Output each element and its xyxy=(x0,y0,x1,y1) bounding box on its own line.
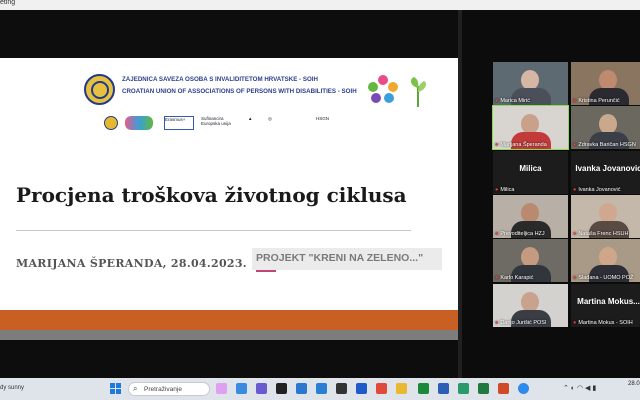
participant-tile[interactable]: ● Slađana - UOMO POŽ xyxy=(571,239,640,282)
partner-logo-colorful xyxy=(125,116,153,130)
taskbar-app-icon[interactable] xyxy=(316,383,327,394)
participant-name: Nataša Frenc HSUH xyxy=(578,231,629,237)
participant-tile[interactable]: ● Zdravka Baričan HSGN xyxy=(571,106,640,149)
screen: eting ZAJEDNICA SAVEZA OSOBA S INVALIDIT… xyxy=(0,0,640,400)
taskbar-app-icon[interactable] xyxy=(418,383,429,394)
participant-gallery: ● Marica Mirić ● Kristina Perunčić ● Marija… xyxy=(462,10,640,378)
taskbar-app-icon[interactable] xyxy=(296,383,307,394)
taskbar-app-icon[interactable] xyxy=(336,383,347,394)
participant-name: Marijana Šperanda xyxy=(500,142,547,148)
participant-tile[interactable]: ● Marica Mirić xyxy=(493,62,568,105)
taskbar-app-icon[interactable] xyxy=(276,383,287,394)
org-name-en: CROATIAN UNION OF ASSOCIATIONS OF PERSON… xyxy=(122,88,357,95)
weather-widget[interactable]: dy sunny xyxy=(0,385,24,391)
partner-logo-eu: Sufinancira Europska unija xyxy=(201,116,241,130)
window-titlebar[interactable]: eting xyxy=(0,0,640,10)
mic-muted-icon: ● xyxy=(573,231,577,237)
search-placeholder: Pretraživanje xyxy=(144,386,182,393)
taskbar-clock[interactable]: 28.0 xyxy=(628,381,640,387)
windows-start-icon[interactable] xyxy=(110,383,121,394)
taskbar-app-icon[interactable] xyxy=(376,383,387,394)
system-tray[interactable]: ⌃ ◐ ◠ ◀ ▮ xyxy=(563,384,596,392)
taskbar-app-icon[interactable] xyxy=(236,383,247,394)
participant-name-large: Ivanka Jovanovic xyxy=(575,164,640,173)
participant-tile[interactable]: ● Darijo Jurišić POSI xyxy=(493,284,568,327)
taskbar-app-icon[interactable] xyxy=(356,383,367,394)
flower-logo xyxy=(368,75,398,103)
participant-tile-active-speaker[interactable]: ● Marijana Šperanda xyxy=(492,105,569,150)
mic-muted-icon: ● xyxy=(495,142,499,148)
partner-logo-erasmus: Erasmus+ xyxy=(164,116,194,130)
slide-footer-band-orange xyxy=(0,310,458,330)
participant-name: Karlo Karapić xyxy=(500,275,534,281)
participant-name: Ivanka Jovanović xyxy=(578,187,621,193)
slide-project-label: PROJEKT "KRENI NA ZELENO..." xyxy=(252,248,442,270)
windows-taskbar: dy sunny ⌕ Pretraživanje ⌃ ◐ ◠ ◀ ▮ 28.0 xyxy=(0,378,640,400)
participant-name: Prevoditeljica HZJ xyxy=(500,231,545,237)
mic-muted-icon: ● xyxy=(495,275,499,281)
participant-name: Milica xyxy=(500,187,515,193)
participant-name: Martina Mokus - SOIH xyxy=(578,320,633,326)
participant-tile[interactable]: Ivanka Jovanovic ● Ivanka Jovanović xyxy=(571,151,640,194)
participant-name: Marica Mirić xyxy=(500,98,530,104)
mic-muted-icon: ● xyxy=(573,320,577,326)
mic-muted-icon: ● xyxy=(573,98,577,104)
participant-name-large: Martina Mokus... xyxy=(577,297,640,306)
partner-logo-triangle: ▲ xyxy=(248,116,253,121)
mic-muted-icon: ● xyxy=(495,187,499,193)
participant-name: Kristina Perunčić xyxy=(578,98,620,104)
taskbar-app-icon[interactable] xyxy=(498,383,509,394)
taskbar-app-icon[interactable] xyxy=(518,383,529,394)
participant-tile[interactable]: ● Kristina Perunčić xyxy=(571,62,640,105)
participant-tile[interactable]: Martina Mokus... ● Martina Mokus - SOIH xyxy=(571,284,640,327)
taskbar-app-icon[interactable] xyxy=(256,383,267,394)
taskbar-app-icon[interactable] xyxy=(438,383,449,394)
participant-tile[interactable]: ● Prevoditeljica HZJ xyxy=(493,195,568,238)
search-icon: ⌕ xyxy=(133,384,138,393)
org-name-hr: ZAJEDNICA SAVEZA OSOBA S INVALIDITETOM H… xyxy=(122,76,318,83)
taskbar-app-icon[interactable] xyxy=(478,383,489,394)
taskbar-search[interactable]: ⌕ Pretraživanje xyxy=(128,382,210,396)
participant-name-large: Milica xyxy=(519,164,542,173)
participant-tile[interactable]: Milica ● Milica xyxy=(493,151,568,194)
taskbar-app-icon[interactable] xyxy=(458,383,469,394)
mic-muted-icon: ● xyxy=(573,187,577,193)
mic-muted-icon: ● xyxy=(495,98,499,104)
participant-name: Slađana - UOMO POŽ xyxy=(578,275,634,281)
presentation-slide: ZAJEDNICA SAVEZA OSOBA S INVALIDITETOM H… xyxy=(0,58,458,340)
taskbar-app-icon[interactable] xyxy=(216,383,227,394)
mic-muted-icon: ● xyxy=(495,231,499,237)
slide-author-date: MARIJANA ŠPERANDA, 28.04.2023. xyxy=(16,257,247,270)
sprout-logo xyxy=(410,77,426,108)
slide-divider xyxy=(16,230,411,231)
partner-logo-circle: ◎ xyxy=(268,116,272,121)
slide-footer-band-gray xyxy=(0,330,458,340)
mic-muted-icon: ● xyxy=(573,275,577,281)
slide-title: Procjena troškova životnog ciklusa xyxy=(16,183,407,207)
taskbar-app-icon[interactable] xyxy=(396,383,407,394)
window-title: eting xyxy=(0,0,16,6)
partner-logo-soih xyxy=(104,116,118,130)
partner-logos-row: Erasmus+ Sufinancira Europska unija ▲ ◎ … xyxy=(104,116,339,134)
project-accent-bar xyxy=(256,270,276,272)
mic-muted-icon: ● xyxy=(573,142,577,148)
partner-logo-hsgn: HSGN xyxy=(316,116,330,121)
shared-screen: ZAJEDNICA SAVEZA OSOBA S INVALIDITETOM H… xyxy=(0,10,458,378)
participant-tile[interactable]: ● Nataša Frenc HSUH xyxy=(571,195,640,238)
participant-name: Zdravka Baričan HSGN xyxy=(578,142,636,148)
participant-tile[interactable]: ● Karlo Karapić xyxy=(493,239,568,282)
participant-name: Darijo Jurišić POSI xyxy=(500,320,547,326)
mic-muted-icon: ● xyxy=(495,320,499,326)
soih-seal-logo xyxy=(84,74,115,105)
